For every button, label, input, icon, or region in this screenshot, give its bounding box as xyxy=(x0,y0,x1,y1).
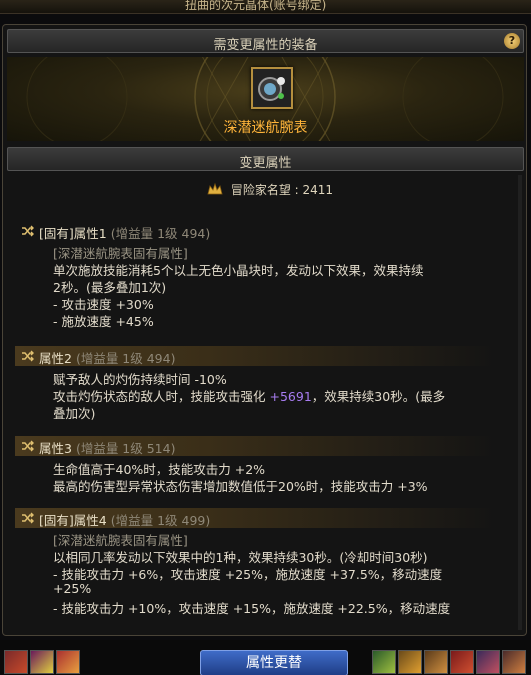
window-title-bar: 扭曲的次元晶体(账号绑定) xyxy=(0,0,531,14)
shuffle-icon xyxy=(22,225,34,237)
attribute-header-4[interactable]: [固有]属性4 (增益量 1级 499) xyxy=(15,508,495,528)
attr-section-header: 变更属性 xyxy=(7,147,524,171)
attribute-line: 攻击灼伤状态的敌人时，技能攻击强化 +5691，效果持续30秒。(最多 xyxy=(53,386,445,405)
skill-icon[interactable] xyxy=(502,650,526,674)
attribute-header-1[interactable]: [固有]属性1 (增益量 1级 494) xyxy=(15,221,495,241)
skill-icon[interactable] xyxy=(450,650,474,674)
skill-icon[interactable] xyxy=(372,650,396,674)
skill-icon[interactable] xyxy=(30,650,54,674)
window-title: 扭曲的次元晶体(账号绑定) xyxy=(185,0,327,12)
crown-icon xyxy=(207,182,223,195)
skill-icon[interactable] xyxy=(424,650,448,674)
scrollbar[interactable] xyxy=(518,175,522,630)
attribute-line: - 施放速度 +45% xyxy=(53,314,154,329)
attribute-gain: (增益量 1级 494) xyxy=(110,226,211,241)
attribute-gain: (增益量 1级 499) xyxy=(110,513,211,528)
fame-label: 冒险家名望 : 2411 xyxy=(230,183,334,197)
attribute-list: 冒险家名望 : 2411 [固有]属性1 (增益量 1级 494) [深潜迷航腕表… xyxy=(7,173,524,633)
attribute-gain: (增益量 1级 494) xyxy=(75,351,176,366)
shuffle-icon xyxy=(22,440,34,452)
shuffle-icon xyxy=(22,350,34,362)
attribute-line-tail: ，效果持续30秒。(最多 xyxy=(311,389,446,404)
help-button[interactable]: ? xyxy=(504,33,520,49)
attribute-line: 叠加次) xyxy=(53,406,96,421)
attribute-header-2[interactable]: 属性2 (增益量 1级 494) xyxy=(15,346,495,366)
attribute-name: 属性3 xyxy=(39,441,72,456)
attribute-line: +25% xyxy=(53,581,92,596)
skill-icon[interactable] xyxy=(4,650,28,674)
attribute-name: [固有]属性1 xyxy=(39,226,107,241)
attribute-line: - 技能攻击力 +6%，攻击速度 +25%，施放速度 +37.5%，移动速度 xyxy=(53,567,443,582)
skill-icon[interactable] xyxy=(398,650,422,674)
equip-display: 深潜迷航腕表 xyxy=(7,57,524,141)
fame-row: 冒险家名望 : 2411 xyxy=(207,181,333,198)
attribute-line: - 技能攻击力 +10%，攻击速度 +15%，施放速度 +22.5%，移动速度 xyxy=(53,601,451,616)
attribute-line: 最高的伤害型异常状态伤害增加数值低于20%时，技能攻击力 +3% xyxy=(53,479,428,494)
change-attribute-button[interactable]: 属性更替 xyxy=(200,650,348,675)
attribute-gain: (增益量 1级 514) xyxy=(75,441,176,456)
watch-icon xyxy=(253,69,291,107)
attribute-line-text: 攻击灼伤状态的敌人时，技能攻击强化 xyxy=(53,389,266,404)
attribute-change-panel: 需变更属性的装备 ? 深潜迷航腕表 变更属性 冒险家名望: 2411 [固有]… xyxy=(2,24,527,636)
equip-section-title: 需变更属性的装备 xyxy=(213,38,318,53)
item-name: 深潜迷航腕表 xyxy=(223,120,308,136)
attr-section-title: 变更属性 xyxy=(239,156,292,171)
skill-icon[interactable] xyxy=(56,650,80,674)
buff-value: +5691 xyxy=(269,389,312,404)
skill-icon[interactable] xyxy=(476,650,500,674)
attribute-name: [固有]属性4 xyxy=(39,513,107,528)
item-slot[interactable] xyxy=(251,67,293,109)
attribute-header-3[interactable]: 属性3 (增益量 1级 514) xyxy=(15,436,495,456)
equip-section-header: 需变更属性的装备 ? xyxy=(7,29,524,53)
shuffle-icon xyxy=(22,512,34,524)
attribute-name: 属性2 xyxy=(39,351,72,366)
